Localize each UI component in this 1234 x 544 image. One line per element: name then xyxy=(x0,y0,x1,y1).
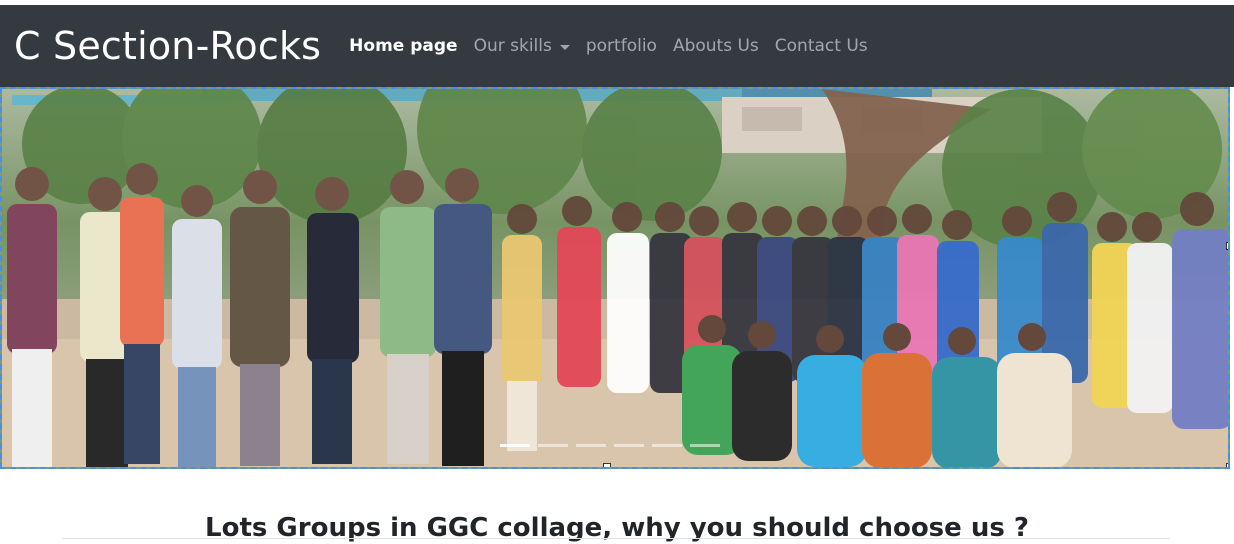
section-heading: Lots Groups in GGC collage, why you shou… xyxy=(205,512,1029,543)
navbar: C Section-Rocks Home page Our skills por… xyxy=(0,5,1234,87)
carousel-indicator-5[interactable] xyxy=(652,444,682,447)
hero-carousel[interactable] xyxy=(0,87,1230,469)
carousel-indicator-3[interactable] xyxy=(576,444,606,447)
carousel-indicator-6[interactable] xyxy=(690,444,720,447)
selection-handle-right-mid[interactable] xyxy=(1226,242,1228,250)
carousel-indicator-4[interactable] xyxy=(614,444,644,447)
carousel-indicators xyxy=(500,444,720,447)
nav-about-us[interactable]: Abouts Us xyxy=(673,36,759,56)
brand-link[interactable]: C Section-Rocks xyxy=(14,27,321,65)
nav-contact-us[interactable]: Contact Us xyxy=(775,36,868,56)
chevron-down-icon xyxy=(559,44,570,50)
carousel-indicator-2[interactable] xyxy=(538,444,568,447)
nav-portfolio[interactable]: portfolio xyxy=(586,36,657,56)
nav-home[interactable]: Home page xyxy=(349,36,457,56)
carousel-indicator-1[interactable] xyxy=(500,444,530,447)
nav-our-skills-label: Our skills xyxy=(473,36,552,56)
group-photo xyxy=(2,89,1228,467)
nav-links: Home page Our skills portfolio Abouts Us… xyxy=(349,36,867,56)
selection-handle-right-bottom[interactable] xyxy=(1226,463,1228,467)
nav-our-skills-dropdown[interactable]: Our skills xyxy=(474,36,570,56)
section-divider xyxy=(62,538,1170,539)
selection-handle-bottom-mid[interactable] xyxy=(603,463,611,467)
